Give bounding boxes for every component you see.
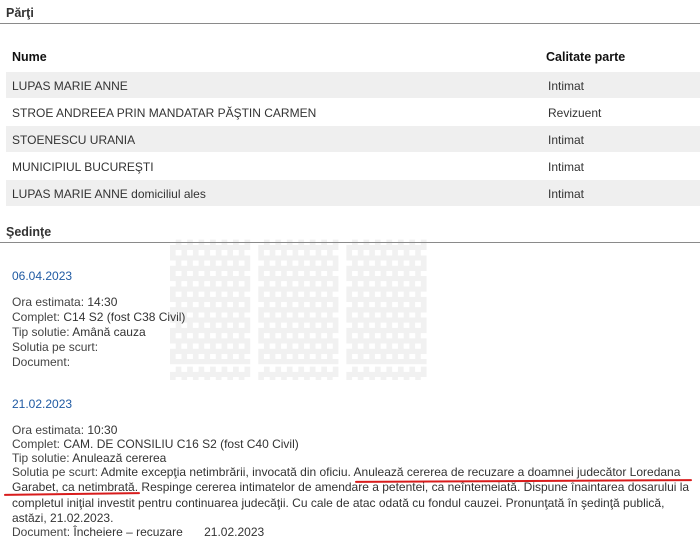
party-role: Intimat	[548, 79, 585, 93]
label: Ora estimata:	[12, 423, 85, 437]
party-role: Revizuent	[548, 106, 602, 120]
table-row: LUPAS MARIE ANNE Intimat	[6, 72, 700, 98]
value: Anulează cererea	[72, 451, 167, 465]
divider	[0, 242, 700, 243]
table-row: STOENESCU URANIA Intimat	[6, 126, 700, 152]
session-tip-solutie: Tip solutie: Amână cauza	[12, 325, 146, 340]
value: C14 S2 (fost C38 Civil)	[63, 310, 186, 324]
party-role: Intimat	[548, 133, 585, 147]
party-name: MUNICIPIUL BUCUREŞTI	[12, 160, 154, 174]
label: Document:	[12, 525, 71, 539]
party-role: Intimat	[548, 187, 585, 201]
session-time: Ora estimata: 14:30	[12, 295, 117, 310]
col-header-role: Calitate parte	[546, 50, 626, 64]
label: Solutia pe scurt:	[12, 465, 99, 479]
session-tip-solutie: Tip solutie: Anulează cererea	[12, 451, 166, 466]
label: Document:	[12, 355, 71, 369]
background-watermark: ▓▓▓ ▓▓▓	[170, 232, 435, 380]
party-name: LUPAS MARIE ANNE	[12, 79, 128, 93]
table-row: MUNICIPIUL BUCUREŞTI Intimat	[6, 153, 700, 179]
section-title-sedinte: Şedinţe	[6, 225, 52, 239]
section-title-parti: Părţi	[6, 6, 34, 20]
document-date: 21.02.2023	[204, 525, 265, 539]
session-date: 06.04.2023	[12, 269, 73, 283]
label: Tip solutie:	[12, 325, 70, 339]
value: 14:30	[87, 295, 118, 309]
session-date: 21.02.2023	[12, 397, 73, 411]
solution-text-a: Admite excepţia netimbrării, invocată di…	[100, 465, 351, 479]
session-document: Document:	[12, 355, 70, 370]
label: Ora estimata:	[12, 295, 85, 309]
value: CAM. DE CONSILIU C16 S2 (fost C40 Civil)	[63, 437, 299, 451]
divider	[0, 23, 700, 24]
value: Amână cauza	[72, 325, 146, 339]
party-role: Intimat	[548, 160, 585, 174]
session-solutia: Solutia pe scurt: Admite excepţia netimb…	[12, 465, 694, 527]
label: Complet:	[12, 437, 61, 451]
party-name: STOENESCU URANIA	[12, 133, 136, 147]
session-solutia: Solutia pe scurt:	[12, 340, 98, 355]
session-complet: Complet: CAM. DE CONSILIU C16 S2 (fost C…	[12, 437, 299, 452]
label: Complet:	[12, 310, 61, 324]
session-complet: Complet: C14 S2 (fost C38 Civil)	[12, 310, 185, 325]
label: Tip solutie:	[12, 451, 70, 465]
table-row: LUPAS MARIE ANNE domiciliul ales Intimat	[6, 180, 700, 206]
party-name: LUPAS MARIE ANNE domiciliul ales	[12, 187, 206, 201]
session-time: Ora estimata: 10:30	[12, 423, 117, 438]
table-row: STROE ANDREEA PRIN MANDATAR PĂŞTIN CARME…	[6, 99, 700, 125]
label: Solutia pe scurt:	[12, 340, 99, 354]
value: 10:30	[87, 423, 118, 437]
session-document: Document: Încheiere – recuzare 21.02.202…	[12, 525, 264, 540]
col-header-name: Nume	[12, 50, 47, 64]
value: Încheiere – recuzare	[73, 525, 183, 539]
party-name: STROE ANDREEA PRIN MANDATAR PĂŞTIN CARME…	[12, 106, 317, 120]
